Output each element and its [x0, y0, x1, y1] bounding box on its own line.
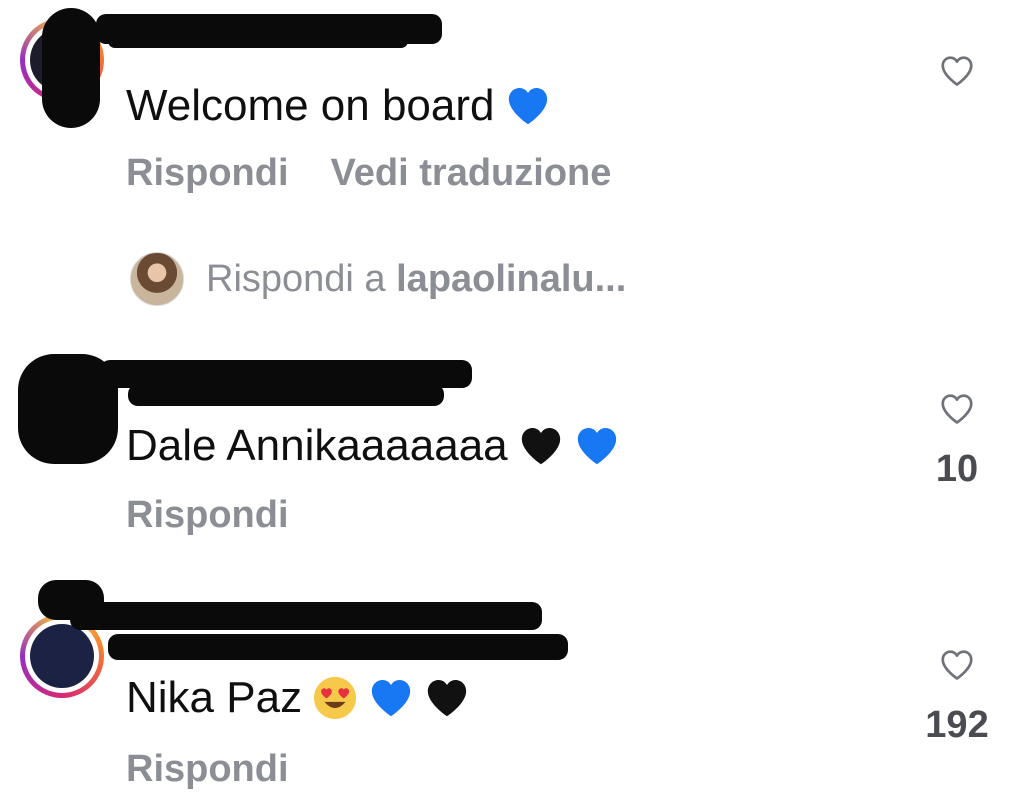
heart-icon[interactable] [937, 52, 977, 90]
heart-icon[interactable] [937, 646, 977, 684]
heart-eyes-emoji-icon [313, 676, 357, 720]
redaction-scribble [108, 34, 408, 48]
reply-button[interactable]: Rispondi [126, 748, 289, 791]
like-area: 192 [925, 646, 989, 747]
reply-prompt-username: lapaolinalu... [396, 257, 627, 300]
reply-button[interactable]: Rispondi [126, 152, 289, 195]
black-heart-icon [424, 675, 470, 721]
blue-heart-icon [505, 83, 551, 129]
like-count[interactable]: 192 [925, 704, 988, 747]
current-user-avatar [130, 252, 184, 306]
like-area [934, 52, 980, 90]
comment-actions: Rispondi [126, 494, 289, 537]
comment-item: Dale Annikaaaaaaa Rispondi 10 [0, 340, 1024, 550]
heart-icon[interactable] [937, 390, 977, 428]
redaction-scribble [128, 384, 444, 406]
reply-button[interactable]: Rispondi [126, 494, 289, 537]
like-count[interactable]: 10 [936, 448, 978, 491]
blue-heart-icon [368, 675, 414, 721]
reply-prompt[interactable]: Rispondi a lapaolinalu... [130, 252, 626, 306]
reply-prompt-text: Rispondi a lapaolinalu... [206, 258, 626, 301]
comment-body: Dale Annikaaaaaaa [126, 421, 508, 470]
comment-text: Welcome on board [126, 80, 551, 132]
comment-text: Nika Paz [126, 672, 470, 724]
avatar-ring-gap [25, 619, 99, 693]
see-translation-button[interactable]: Vedi traduzione [331, 152, 612, 195]
like-area: 10 [934, 390, 980, 491]
comment-body: Nika Paz [126, 673, 303, 722]
blue-heart-icon [574, 423, 620, 469]
black-heart-icon [518, 423, 564, 469]
avatar-photo [30, 624, 94, 688]
redaction-scribble [42, 8, 100, 128]
redaction-scribble [108, 634, 568, 660]
comment-item: Nika Paz Rispondi 192 [0, 572, 1024, 800]
redaction-scribble [70, 602, 542, 630]
comment-actions: Rispondi Vedi traduzione [126, 152, 611, 195]
comment-text: Dale Annikaaaaaaa [126, 420, 620, 472]
reply-prompt-prefix: Rispondi a [206, 257, 397, 300]
comment-actions: Rispondi [126, 748, 289, 791]
comment-body: Welcome on board [126, 81, 495, 130]
comment-item: Welcome on board Rispondi Vedi traduzion… [0, 0, 1024, 220]
